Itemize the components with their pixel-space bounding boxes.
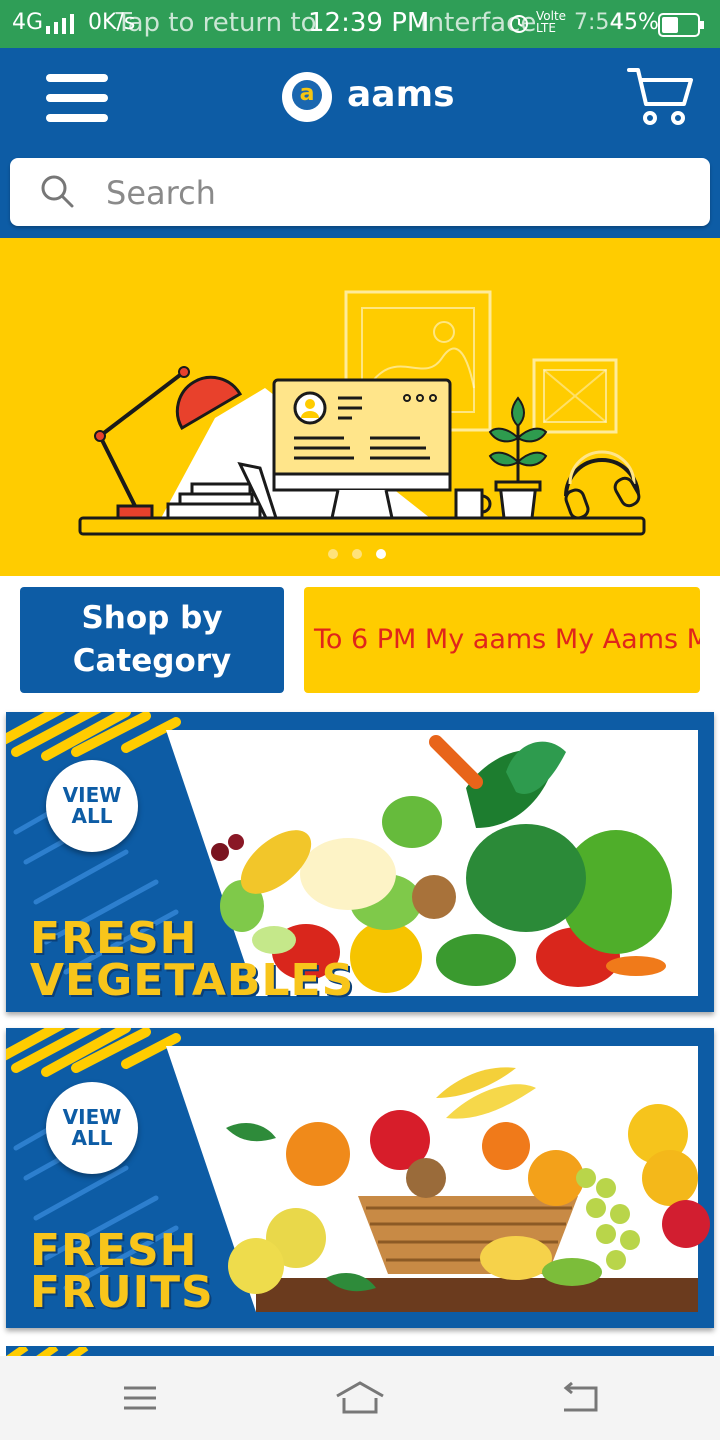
battery-percent: 45% bbox=[610, 10, 659, 35]
volte-badge: Volte LTE bbox=[536, 9, 567, 35]
fresh-vegetables-banner[interactable]: VIEW ALL FRESH VEGETABLES bbox=[6, 712, 714, 1012]
status-bar: 4G 0K/s Tap to return to 12:39 PM Interf… bbox=[0, 0, 720, 48]
carousel-dot-1[interactable] bbox=[328, 549, 338, 559]
shopping-cart-icon[interactable] bbox=[626, 66, 694, 128]
app-title: aams bbox=[347, 74, 455, 115]
brand-logo: a bbox=[282, 72, 332, 122]
network-indicator: 4G bbox=[12, 10, 44, 35]
hamburger-icon bbox=[46, 74, 108, 82]
view-all-fruits-button[interactable]: VIEW ALL bbox=[46, 1082, 138, 1174]
search-bar-container bbox=[0, 148, 720, 238]
ticker-text: To 6 PM My aams My Aams M bbox=[314, 624, 700, 655]
carousel-dot-2[interactable] bbox=[352, 549, 362, 559]
shop-by-category-button[interactable]: Shop by Category bbox=[20, 587, 284, 693]
hero-carousel[interactable] bbox=[0, 238, 720, 576]
system-navigation-bar bbox=[0, 1356, 720, 1440]
vegetables-banner-title: FRESH VEGETABLES bbox=[30, 913, 355, 1006]
carousel-dot-3-active[interactable] bbox=[376, 549, 386, 559]
search-icon[interactable] bbox=[40, 174, 74, 208]
search-input[interactable] bbox=[104, 170, 688, 216]
signal-icon bbox=[46, 14, 74, 34]
return-overlay-text[interactable]: Tap to return to bbox=[116, 8, 317, 38]
desk-workspace-illustration bbox=[78, 290, 646, 536]
status-time: 12:39 PM bbox=[308, 8, 430, 38]
fresh-fruits-banner[interactable]: VIEW ALL FRESH FRUITS bbox=[6, 1028, 714, 1328]
carousel-indicators[interactable] bbox=[328, 546, 400, 564]
battery-icon bbox=[658, 13, 704, 37]
app-bar: a aams bbox=[0, 48, 720, 148]
search-box[interactable] bbox=[10, 158, 710, 226]
hamburger-menu-button[interactable] bbox=[46, 74, 108, 122]
back-icon[interactable] bbox=[560, 1380, 600, 1416]
announcement-ticker[interactable]: To 6 PM My aams My Aams M bbox=[304, 587, 700, 693]
home-icon[interactable] bbox=[334, 1380, 386, 1416]
alarm-icon bbox=[510, 15, 528, 33]
view-all-vegetables-button[interactable]: VIEW ALL bbox=[46, 760, 138, 852]
fruits-banner-title: FRESH FRUITS bbox=[30, 1225, 214, 1318]
recents-icon[interactable] bbox=[122, 1380, 158, 1416]
